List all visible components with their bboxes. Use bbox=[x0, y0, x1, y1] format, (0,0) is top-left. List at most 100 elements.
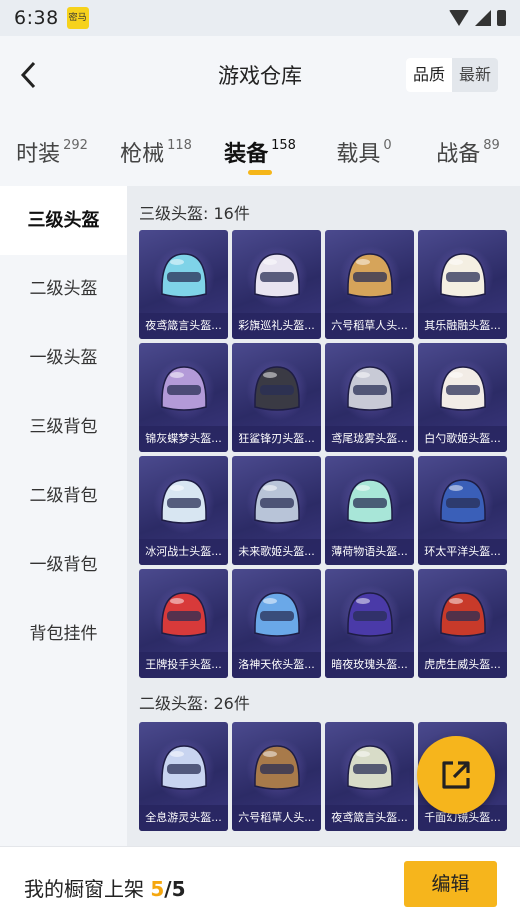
tab-count: 89 bbox=[483, 138, 500, 153]
item-card[interactable]: 夜鸢箴言头盔... bbox=[325, 722, 414, 831]
tab-label: 装备 bbox=[224, 142, 269, 167]
item-name: 薄荷物语头盔... bbox=[325, 539, 414, 565]
tab-count: 118 bbox=[167, 138, 192, 153]
item-card[interactable]: 全息游灵头盔... bbox=[139, 722, 228, 831]
item-name: 白勺歌姬头盔... bbox=[418, 426, 507, 452]
helmet-icon bbox=[347, 479, 393, 524]
sidebar-item-level3-backpack[interactable]: 三级背包 bbox=[0, 393, 127, 462]
external-link-icon bbox=[442, 761, 470, 789]
page-header: 游戏仓库 品质 最新 bbox=[0, 36, 520, 114]
item-name: 王牌投手头盔... bbox=[139, 652, 228, 678]
helmet-icon bbox=[254, 592, 300, 637]
helmet-icon bbox=[254, 366, 300, 411]
sidebar-item-level1-helmet[interactable]: 一级头盔 bbox=[0, 324, 127, 393]
item-name: 狂鲨锋刃头盔... bbox=[232, 426, 321, 452]
item-name: 冰河战士头盔... bbox=[139, 539, 228, 565]
helmet-icon bbox=[161, 745, 207, 790]
item-card[interactable]: 狂鲨锋刃头盔... bbox=[232, 343, 321, 452]
shelf-label: 我的橱窗上架 bbox=[24, 877, 144, 901]
item-card[interactable]: 夜鸢箴言头盔... bbox=[139, 230, 228, 339]
item-name: 六号稻草人头... bbox=[232, 805, 321, 831]
sidebar-item-level2-helmet[interactable]: 二级头盔 bbox=[0, 255, 127, 324]
status-icons bbox=[449, 10, 506, 26]
status-time: 6:38 bbox=[14, 7, 59, 29]
helmet-icon bbox=[161, 479, 207, 524]
subcategory-sidebar: 三级头盔 二级头盔 一级头盔 三级背包 二级背包 一级背包 背包挂件 bbox=[0, 186, 127, 846]
item-card[interactable]: 六号稻草人头... bbox=[325, 230, 414, 339]
item-card[interactable]: 其乐融融头盔... bbox=[418, 230, 507, 339]
shelf-count: 5 bbox=[150, 877, 165, 901]
helmet-icon bbox=[440, 253, 486, 298]
helmet-icon bbox=[347, 745, 393, 790]
section-title: 三级头盔: 16件 bbox=[139, 204, 250, 223]
category-tabs: 时装 292 枪械 118 装备 158 载具 0 战备 89 bbox=[0, 114, 520, 186]
tab-label: 战备 bbox=[436, 142, 481, 167]
shelf-total: /5 bbox=[164, 877, 186, 901]
item-card[interactable]: 环太平洋头盔... bbox=[418, 456, 507, 565]
item-name: 夜鸢箴言头盔... bbox=[139, 313, 228, 339]
sort-toggle: 品质 最新 bbox=[405, 58, 498, 92]
item-card[interactable]: 暗夜玫瑰头盔... bbox=[325, 569, 414, 678]
item-name: 夜鸢箴言头盔... bbox=[325, 805, 414, 831]
item-name: 虎虎生威头盔... bbox=[418, 652, 507, 678]
active-tab-indicator bbox=[248, 170, 272, 175]
sort-latest-button[interactable]: 最新 bbox=[452, 58, 498, 92]
helmet-icon bbox=[347, 592, 393, 637]
item-name: 洛神天依头盔... bbox=[232, 652, 321, 678]
item-card[interactable]: 薄荷物语头盔... bbox=[325, 456, 414, 565]
shelf-status: 我的橱窗上架 5/5 bbox=[24, 873, 186, 902]
item-card[interactable]: 锦灰蝶梦头盔... bbox=[139, 343, 228, 452]
item-card[interactable]: 白勺歌姬头盔... bbox=[418, 343, 507, 452]
helmet-icon bbox=[347, 366, 393, 411]
battery-icon bbox=[497, 10, 506, 26]
item-name: 鸢尾珑雾头盔... bbox=[325, 426, 414, 452]
sidebar-item-backpack-pendant[interactable]: 背包挂件 bbox=[0, 600, 127, 669]
edit-button[interactable]: 编辑 bbox=[404, 861, 497, 907]
tab-count: 292 bbox=[63, 138, 88, 153]
item-name: 暗夜玫瑰头盔... bbox=[325, 652, 414, 678]
tab-weapons[interactable]: 枪械 118 bbox=[104, 114, 208, 186]
item-card[interactable]: 虎虎生威头盔... bbox=[418, 569, 507, 678]
tab-combat-gear[interactable]: 战备 89 bbox=[416, 114, 520, 186]
item-card[interactable]: 洛神天依头盔... bbox=[232, 569, 321, 678]
status-bar: 6:38 密马 bbox=[0, 0, 520, 36]
section-title: 二级头盔: 26件 bbox=[139, 694, 250, 713]
item-name: 全息游灵头盔... bbox=[139, 805, 228, 831]
helmet-icon bbox=[161, 253, 207, 298]
tab-label: 载具 bbox=[336, 142, 381, 167]
item-card[interactable]: 六号稻草人头... bbox=[232, 722, 321, 831]
item-name: 彩旗巡礼头盔... bbox=[232, 313, 321, 339]
helmet-icon bbox=[161, 592, 207, 637]
helmet-icon bbox=[161, 366, 207, 411]
item-card[interactable]: 王牌投手头盔... bbox=[139, 569, 228, 678]
notification-icon: 密马 bbox=[66, 7, 89, 29]
item-name: 六号稻草人头... bbox=[325, 313, 414, 339]
helmet-icon bbox=[254, 479, 300, 524]
tab-fashion[interactable]: 时装 292 bbox=[0, 114, 104, 186]
helmet-icon bbox=[254, 253, 300, 298]
item-name: 未来歌姬头盔... bbox=[232, 539, 321, 565]
item-name: 环太平洋头盔... bbox=[418, 539, 507, 565]
item-name: 其乐融融头盔... bbox=[418, 313, 507, 339]
bottom-bar: 我的橱窗上架 5/5 编辑 bbox=[0, 846, 520, 924]
sort-quality-button[interactable]: 品质 bbox=[405, 58, 452, 92]
item-card[interactable]: 未来歌姬头盔... bbox=[232, 456, 321, 565]
item-grid: 夜鸢箴言头盔... 彩旗巡礼头盔... 六号稻草人头... 其乐融融头盔... 锦灰蝶梦… bbox=[127, 230, 520, 678]
item-name: 锦灰蝶梦头盔... bbox=[139, 426, 228, 452]
helmet-icon bbox=[254, 745, 300, 790]
helmet-icon bbox=[347, 253, 393, 298]
tab-count: 0 bbox=[383, 138, 392, 153]
share-fab-button[interactable] bbox=[417, 736, 495, 814]
sidebar-item-level2-backpack[interactable]: 二级背包 bbox=[0, 462, 127, 531]
tab-vehicles[interactable]: 载具 0 bbox=[312, 114, 416, 186]
helmet-icon bbox=[440, 366, 486, 411]
tab-equipment[interactable]: 装备 158 bbox=[208, 114, 312, 186]
tab-count: 158 bbox=[271, 138, 296, 153]
sidebar-item-level3-helmet[interactable]: 三级头盔 bbox=[0, 186, 127, 255]
wifi-icon bbox=[449, 10, 469, 26]
sidebar-item-level1-backpack[interactable]: 一级背包 bbox=[0, 531, 127, 600]
item-card[interactable]: 彩旗巡礼头盔... bbox=[232, 230, 321, 339]
item-card[interactable]: 鸢尾珑雾头盔... bbox=[325, 343, 414, 452]
tab-label: 枪械 bbox=[120, 142, 165, 167]
item-card[interactable]: 冰河战士头盔... bbox=[139, 456, 228, 565]
